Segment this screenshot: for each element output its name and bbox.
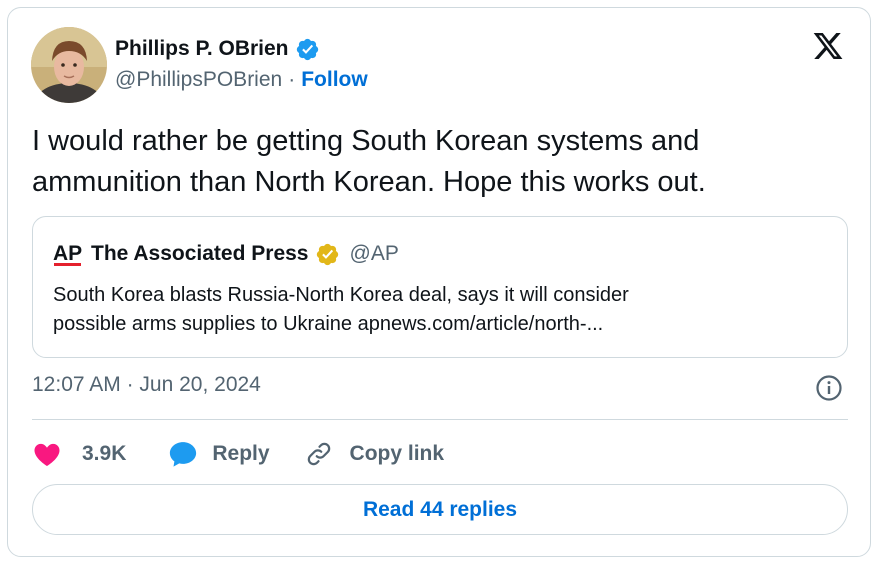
- timestamp[interactable]: 12:07 AM · Jun 20, 2024: [32, 373, 261, 397]
- copy-link-label: Copy link: [349, 442, 445, 465]
- ap-logo-icon: AP: [53, 242, 82, 266]
- reply-bubble-icon: [170, 442, 197, 467]
- gold-verified-badge-icon: [316, 243, 338, 265]
- reply-button[interactable]: Reply: [168, 439, 270, 469]
- ap-logo-text: AP: [53, 242, 82, 265]
- quoted-text-line: South Korea blasts Russia-North Korea de…: [53, 284, 629, 306]
- like-button[interactable]: 3.9K: [32, 439, 126, 469]
- tweet-text: I would rather be getting South Korean s…: [32, 121, 832, 203]
- divider: [32, 419, 848, 420]
- read-replies-label: Read 44 replies: [362, 497, 518, 521]
- reply-label: Reply: [212, 442, 270, 465]
- quoted-author-handle: @AP: [349, 242, 399, 265]
- tweet-date: Jun 20, 2024: [139, 373, 261, 396]
- separator-dot: ·: [126, 373, 134, 396]
- follow-button[interactable]: Follow: [301, 68, 368, 92]
- quoted-author-name: The Associated Press: [91, 242, 309, 265]
- link-icon: [307, 442, 330, 466]
- tweet-text-line: I would rather be getting South Korean s…: [32, 125, 700, 157]
- quoted-tweet-text: South Korea blasts Russia-North Korea de…: [53, 281, 813, 339]
- avatar[interactable]: [31, 27, 107, 103]
- tweet-text-line: ammunition than North Korean. Hope this …: [32, 166, 706, 198]
- author-handle[interactable]: @PhillipsPOBrien: [115, 68, 282, 92]
- verified-badge-icon: [296, 38, 318, 60]
- info-icon[interactable]: [815, 374, 843, 402]
- heart-icon: [34, 443, 60, 466]
- tweet-time: 12:07 AM: [32, 373, 121, 396]
- copy-link-button[interactable]: Copy link: [304, 439, 445, 469]
- separator-dot: ·: [288, 68, 296, 91]
- quoted-tweet[interactable]: AP The Associated Press @AP South Korea …: [32, 216, 848, 358]
- author-name[interactable]: Phillips P. OBrien: [115, 37, 289, 61]
- x-logo-icon[interactable]: [811, 30, 845, 62]
- like-count: 3.9K: [82, 442, 127, 465]
- read-replies-button[interactable]: Read 44 replies: [32, 484, 848, 535]
- quoted-text-line: possible arms supplies to Ukraine apnews…: [53, 313, 604, 335]
